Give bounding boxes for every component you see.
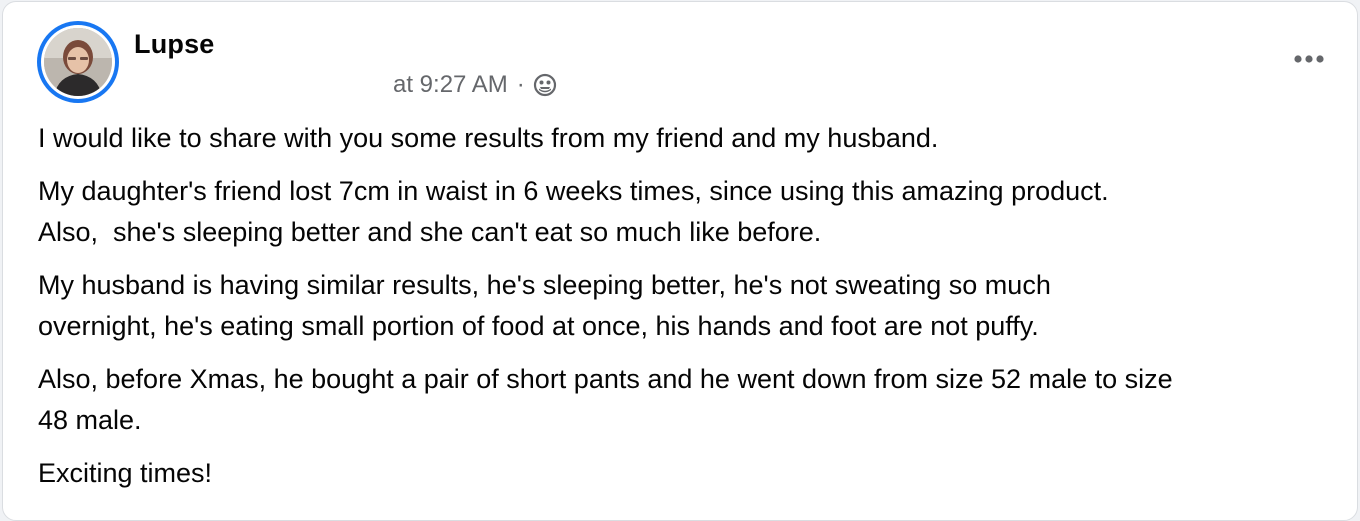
- author-name[interactable]: Lupse: [134, 29, 215, 60]
- avatar[interactable]: [44, 28, 112, 96]
- friends-except-icon[interactable]: [533, 73, 557, 97]
- post-text: I would like to share with you some resu…: [38, 118, 1338, 506]
- post-timestamp[interactable]: at 9:27 AM: [393, 71, 508, 99]
- post-paragraph: Also, before Xmas, he bought a pair of s…: [38, 364, 1173, 435]
- post-paragraph: Exciting times!: [38, 458, 213, 488]
- avatar-story-ring[interactable]: [37, 21, 119, 103]
- post-paragraph: My daughter's friend lost 7cm in waist i…: [38, 176, 1109, 247]
- more-options-icon: [1294, 55, 1324, 63]
- post-paragraph: My husband is having similar results, he…: [38, 270, 1051, 341]
- post-paragraph: I would like to share with you some resu…: [38, 123, 939, 153]
- more-options-button[interactable]: [1289, 42, 1329, 76]
- post-meta: at 9:27 AM ·: [393, 70, 557, 100]
- post-card: Lupse at 9:27 AM · I would like to share…: [2, 1, 1358, 521]
- meta-separator: ·: [516, 71, 525, 98]
